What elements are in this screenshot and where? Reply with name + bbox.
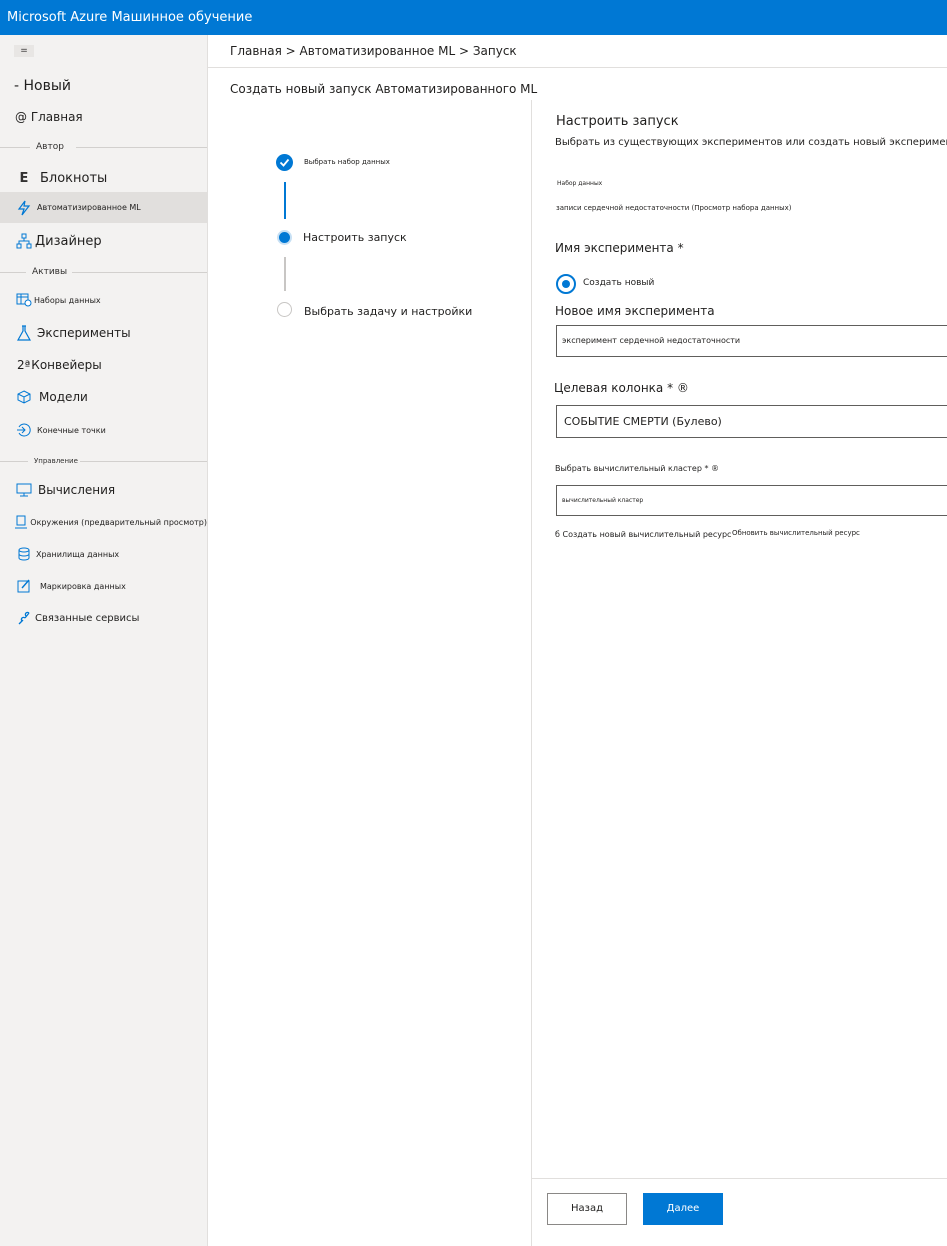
edit-icon xyxy=(14,579,34,593)
create-compute-link[interactable]: б Создать новый вычислительный ресурс xyxy=(555,530,731,539)
lightning-icon xyxy=(14,200,34,216)
footer-divider xyxy=(532,1178,947,1179)
back-button[interactable]: Назад xyxy=(547,1193,627,1225)
sidebar-item-models[interactable]: Модели xyxy=(0,387,207,407)
step-connector xyxy=(284,182,286,219)
breadcrumb[interactable]: Главная > Автоматизированное ML > Запуск xyxy=(230,44,517,58)
new-label: - Новый xyxy=(14,78,71,94)
cube-icon xyxy=(14,390,34,404)
divider xyxy=(208,67,947,68)
sidebar-item-labeling[interactable]: Маркировка данных xyxy=(0,577,207,595)
sidebar-item-endpoints[interactable]: Конечные точки xyxy=(0,421,207,439)
sidebar-item-label: Вычисления xyxy=(38,483,116,497)
sidebar-item-datasets[interactable]: Наборы данных xyxy=(0,291,207,309)
experiment-name-value: эксперимент сердечной недостаточности xyxy=(562,336,741,345)
sidebar-item-label: Конечные точки xyxy=(37,425,106,435)
app-title: Microsoft Azure Машинное обучение xyxy=(7,10,253,25)
section-assets: Активы xyxy=(0,265,207,279)
experiment-name-label: Имя эксперимента * xyxy=(555,241,684,255)
sidebar-item-label: Конвейеры xyxy=(31,358,102,372)
menu-toggle-button[interactable]: = xyxy=(14,45,34,57)
link-icon xyxy=(14,610,34,626)
sidebar-item-label: Эксперименты xyxy=(37,326,131,340)
compute-cluster-value: вычислительный кластер xyxy=(562,497,644,504)
database-icon xyxy=(14,547,34,561)
sidebar-item-experiments[interactable]: Эксперименты xyxy=(0,323,207,343)
check-icon xyxy=(276,154,293,171)
section-assets-label: Активы xyxy=(32,267,68,277)
step-connector xyxy=(284,257,286,291)
panel-divider xyxy=(531,100,532,1246)
endpoint-icon xyxy=(14,423,34,437)
new-button[interactable]: - Новый xyxy=(0,75,207,97)
app-header: Microsoft Azure Машинное обучение xyxy=(0,0,947,35)
compute-cluster-select[interactable]: вычислительный кластер xyxy=(556,485,947,516)
flask-icon xyxy=(14,325,34,341)
sidebar-item-linked-services[interactable]: Связанные сервисы xyxy=(0,608,207,628)
notebook-icon: E xyxy=(19,170,29,186)
radio-create-new[interactable] xyxy=(556,274,576,294)
monitor-icon xyxy=(14,483,34,497)
sidebar-item-label: Хранилища данных xyxy=(36,549,120,559)
designer-icon xyxy=(14,233,34,249)
section-manage: Управление xyxy=(0,454,207,468)
sidebar-item-label: Блокноты xyxy=(40,170,108,186)
environment-icon xyxy=(14,515,28,529)
dataset-label: Набор данных xyxy=(557,180,603,187)
new-experiment-label: Новое имя эксперимента xyxy=(555,304,715,318)
panel-title: Настроить запуск xyxy=(556,114,679,129)
section-manage-label: Управление xyxy=(34,457,78,465)
sidebar-item-label: Окружения (предварительный просмотр) xyxy=(30,517,207,527)
dataset-icon xyxy=(14,293,34,307)
sidebar-item-environments[interactable]: Окружения (предварительный просмотр) xyxy=(0,513,207,531)
home-label: @ Главная xyxy=(15,110,83,124)
next-button[interactable]: Далее xyxy=(643,1193,723,1225)
sidebar-item-label: Модели xyxy=(39,390,88,404)
dataset-value-link[interactable]: записи сердечной недостаточности (Просмо… xyxy=(556,204,792,212)
compute-cluster-label: Выбрать вычислительный кластер * ® xyxy=(555,464,719,473)
sidebar-item-label: Наборы данных xyxy=(34,295,101,305)
target-column-select[interactable]: СОБЫТИЕ СМЕРТИ (Булево) xyxy=(556,405,947,438)
sidebar-item-label: Дизайнер xyxy=(35,233,102,249)
sidebar: = - Новый @ Главная Автор E Блокноты Авт… xyxy=(0,35,208,1246)
target-column-label: Целевая колонка * ® xyxy=(554,381,689,395)
target-column-value: СОБЫТИЕ СМЕРТИ (Булево) xyxy=(564,415,722,428)
sidebar-item-home[interactable]: @ Главная xyxy=(0,107,207,127)
page-title: Создать новый запуск Автоматизированного… xyxy=(230,82,538,96)
sidebar-item-pipelines[interactable]: 2ª Конвейеры xyxy=(0,355,207,375)
refresh-compute-link[interactable]: Обновить вычислительный ресурс xyxy=(732,529,860,537)
section-author: Автор xyxy=(0,140,207,154)
radio-create-new-label[interactable]: Создать новый xyxy=(583,278,654,288)
current-step-icon xyxy=(277,230,292,245)
sidebar-item-label: Маркировка данных xyxy=(40,581,126,591)
sidebar-item-label: Автоматизированное ML xyxy=(37,203,141,212)
sidebar-item-designer[interactable]: Дизайнер xyxy=(0,230,207,252)
step-2-label[interactable]: Настроить запуск xyxy=(303,231,407,244)
sidebar-item-label: Связанные сервисы xyxy=(35,612,140,624)
pending-step-icon xyxy=(277,302,292,317)
step-3-label[interactable]: Выбрать задачу и настройки xyxy=(304,305,472,318)
step-1-label[interactable]: Выбрать набор данных xyxy=(304,158,390,166)
sidebar-item-automl[interactable]: Автоматизированное ML xyxy=(0,192,207,223)
pipeline-icon: 2ª xyxy=(17,358,31,372)
sidebar-item-datastores[interactable]: Хранилища данных xyxy=(0,545,207,563)
section-author-label: Автор xyxy=(36,142,64,152)
experiment-name-input[interactable]: эксперимент сердечной недостаточности xyxy=(556,325,947,357)
panel-description: Выбрать из существующих экспериментов ил… xyxy=(555,137,947,148)
sidebar-item-compute[interactable]: Вычисления xyxy=(0,480,207,500)
sidebar-item-notebooks[interactable]: E Блокноты xyxy=(0,167,207,189)
